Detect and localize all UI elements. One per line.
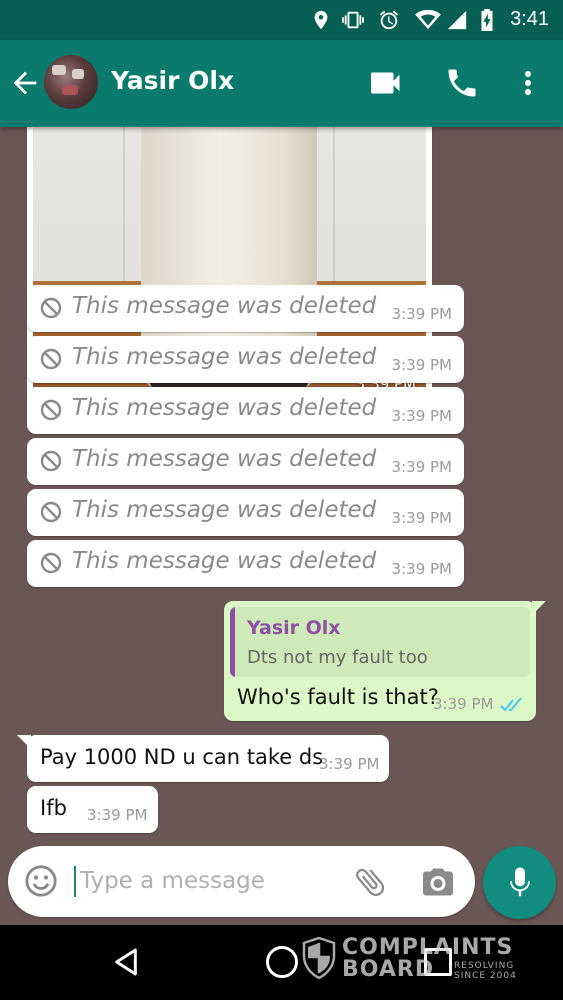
deleted-message[interactable]: This message was deleted 3:39 PM — [27, 540, 464, 587]
avatar[interactable] — [44, 55, 98, 109]
message-text: Ifb — [40, 796, 67, 820]
message-composer[interactable]: Type a message — [8, 846, 475, 917]
status-bar: 3:41 — [0, 0, 563, 40]
message-list[interactable]: 3:39 PM This message was deleted 3:39 PM… — [0, 127, 563, 847]
blocked-icon — [40, 450, 62, 472]
blocked-icon — [40, 297, 62, 319]
alarm-icon — [379, 10, 399, 30]
more-vert-icon[interactable] — [510, 65, 546, 101]
message-text: Pay 1000 ND u can take ds — [40, 745, 324, 769]
blocked-icon — [40, 399, 62, 421]
battery-charging-icon — [481, 9, 493, 31]
nav-back-icon[interactable] — [110, 945, 142, 979]
message-time: 3:39 PM — [391, 407, 452, 425]
avatar-detail — [62, 85, 78, 95]
quote-author: Yasir Olx — [247, 617, 341, 639]
back-arrow-icon[interactable] — [8, 66, 42, 100]
watermark-line2: BOARD — [342, 957, 435, 982]
deleted-message-text: This message was deleted — [72, 395, 377, 421]
message-time: 3:39 PM — [319, 755, 380, 773]
message-input[interactable]: Type a message — [80, 868, 265, 894]
deleted-message-text: This message was deleted — [72, 446, 377, 472]
blocked-icon — [40, 348, 62, 370]
attach-icon[interactable] — [352, 864, 388, 900]
contact-name[interactable]: Yasir Olx — [111, 66, 234, 95]
camera-icon[interactable] — [420, 864, 456, 900]
watermark-line3: RESOLVING SINCE 2004 — [454, 961, 517, 981]
avatar-detail — [52, 65, 66, 75]
bubble-tail — [17, 735, 31, 749]
message-time: 3:39 PM — [391, 509, 452, 527]
voice-call-icon[interactable] — [444, 65, 480, 101]
incoming-message[interactable]: Ifb 3:39 PM — [27, 786, 158, 833]
record-voice-button[interactable] — [483, 846, 556, 919]
nav-home-icon[interactable] — [266, 946, 298, 978]
location-icon — [314, 10, 328, 30]
quote-text: Dts not my fault too — [247, 647, 428, 668]
message-time: 3:39 PM — [87, 806, 148, 824]
deleted-message[interactable]: This message was deleted 3:39 PM — [27, 489, 464, 536]
deleted-message[interactable]: This message was deleted 3:39 PM — [27, 336, 464, 383]
blocked-icon — [40, 552, 62, 574]
deleted-message-text: This message was deleted — [72, 293, 377, 319]
blocked-icon — [40, 501, 62, 523]
photo-detail — [333, 127, 335, 282]
deleted-message-text: This message was deleted — [72, 344, 377, 370]
read-receipt-icon — [500, 697, 522, 712]
quote-bar — [230, 607, 235, 677]
video-call-icon[interactable] — [368, 65, 404, 101]
photo-detail — [123, 127, 125, 282]
message-time: 3:39 PM — [391, 560, 452, 578]
emoji-icon[interactable] — [24, 864, 58, 898]
watermark: COMPLAINTS BOARD RESOLVING SINCE 2004 — [302, 935, 522, 983]
message-time: 3:39 PM — [391, 305, 452, 323]
wifi-icon — [415, 9, 441, 30]
outgoing-message[interactable]: Yasir Olx Dts not my fault too Who's fau… — [224, 601, 546, 721]
signal-icon — [447, 10, 467, 30]
avatar-detail — [72, 69, 84, 79]
shield-logo-icon — [302, 937, 336, 979]
deleted-message-text: This message was deleted — [72, 497, 377, 523]
deleted-message[interactable]: This message was deleted 3:39 PM — [27, 285, 464, 332]
deleted-message[interactable]: This message was deleted 3:39 PM — [27, 438, 464, 485]
clock: 3:41 — [510, 8, 549, 30]
message-time: 3:39 PM — [391, 356, 452, 374]
deleted-message-text: This message was deleted — [72, 548, 377, 574]
incoming-message[interactable]: Pay 1000 ND u can take ds 3:39 PM — [17, 735, 389, 782]
message-text: Who's fault is that? — [237, 685, 439, 709]
quoted-reply[interactable]: Yasir Olx Dts not my fault too — [230, 607, 530, 677]
message-time: 3:39 PM — [391, 458, 452, 476]
bubble-tail — [532, 601, 546, 615]
message-time: 3:39 PM — [433, 695, 494, 713]
deleted-message[interactable]: This message was deleted 3:39 PM — [27, 387, 464, 434]
mic-icon — [510, 867, 530, 897]
text-cursor — [74, 866, 76, 897]
chat-header: Yasir Olx — [0, 40, 563, 127]
vibrate-icon — [342, 11, 364, 29]
